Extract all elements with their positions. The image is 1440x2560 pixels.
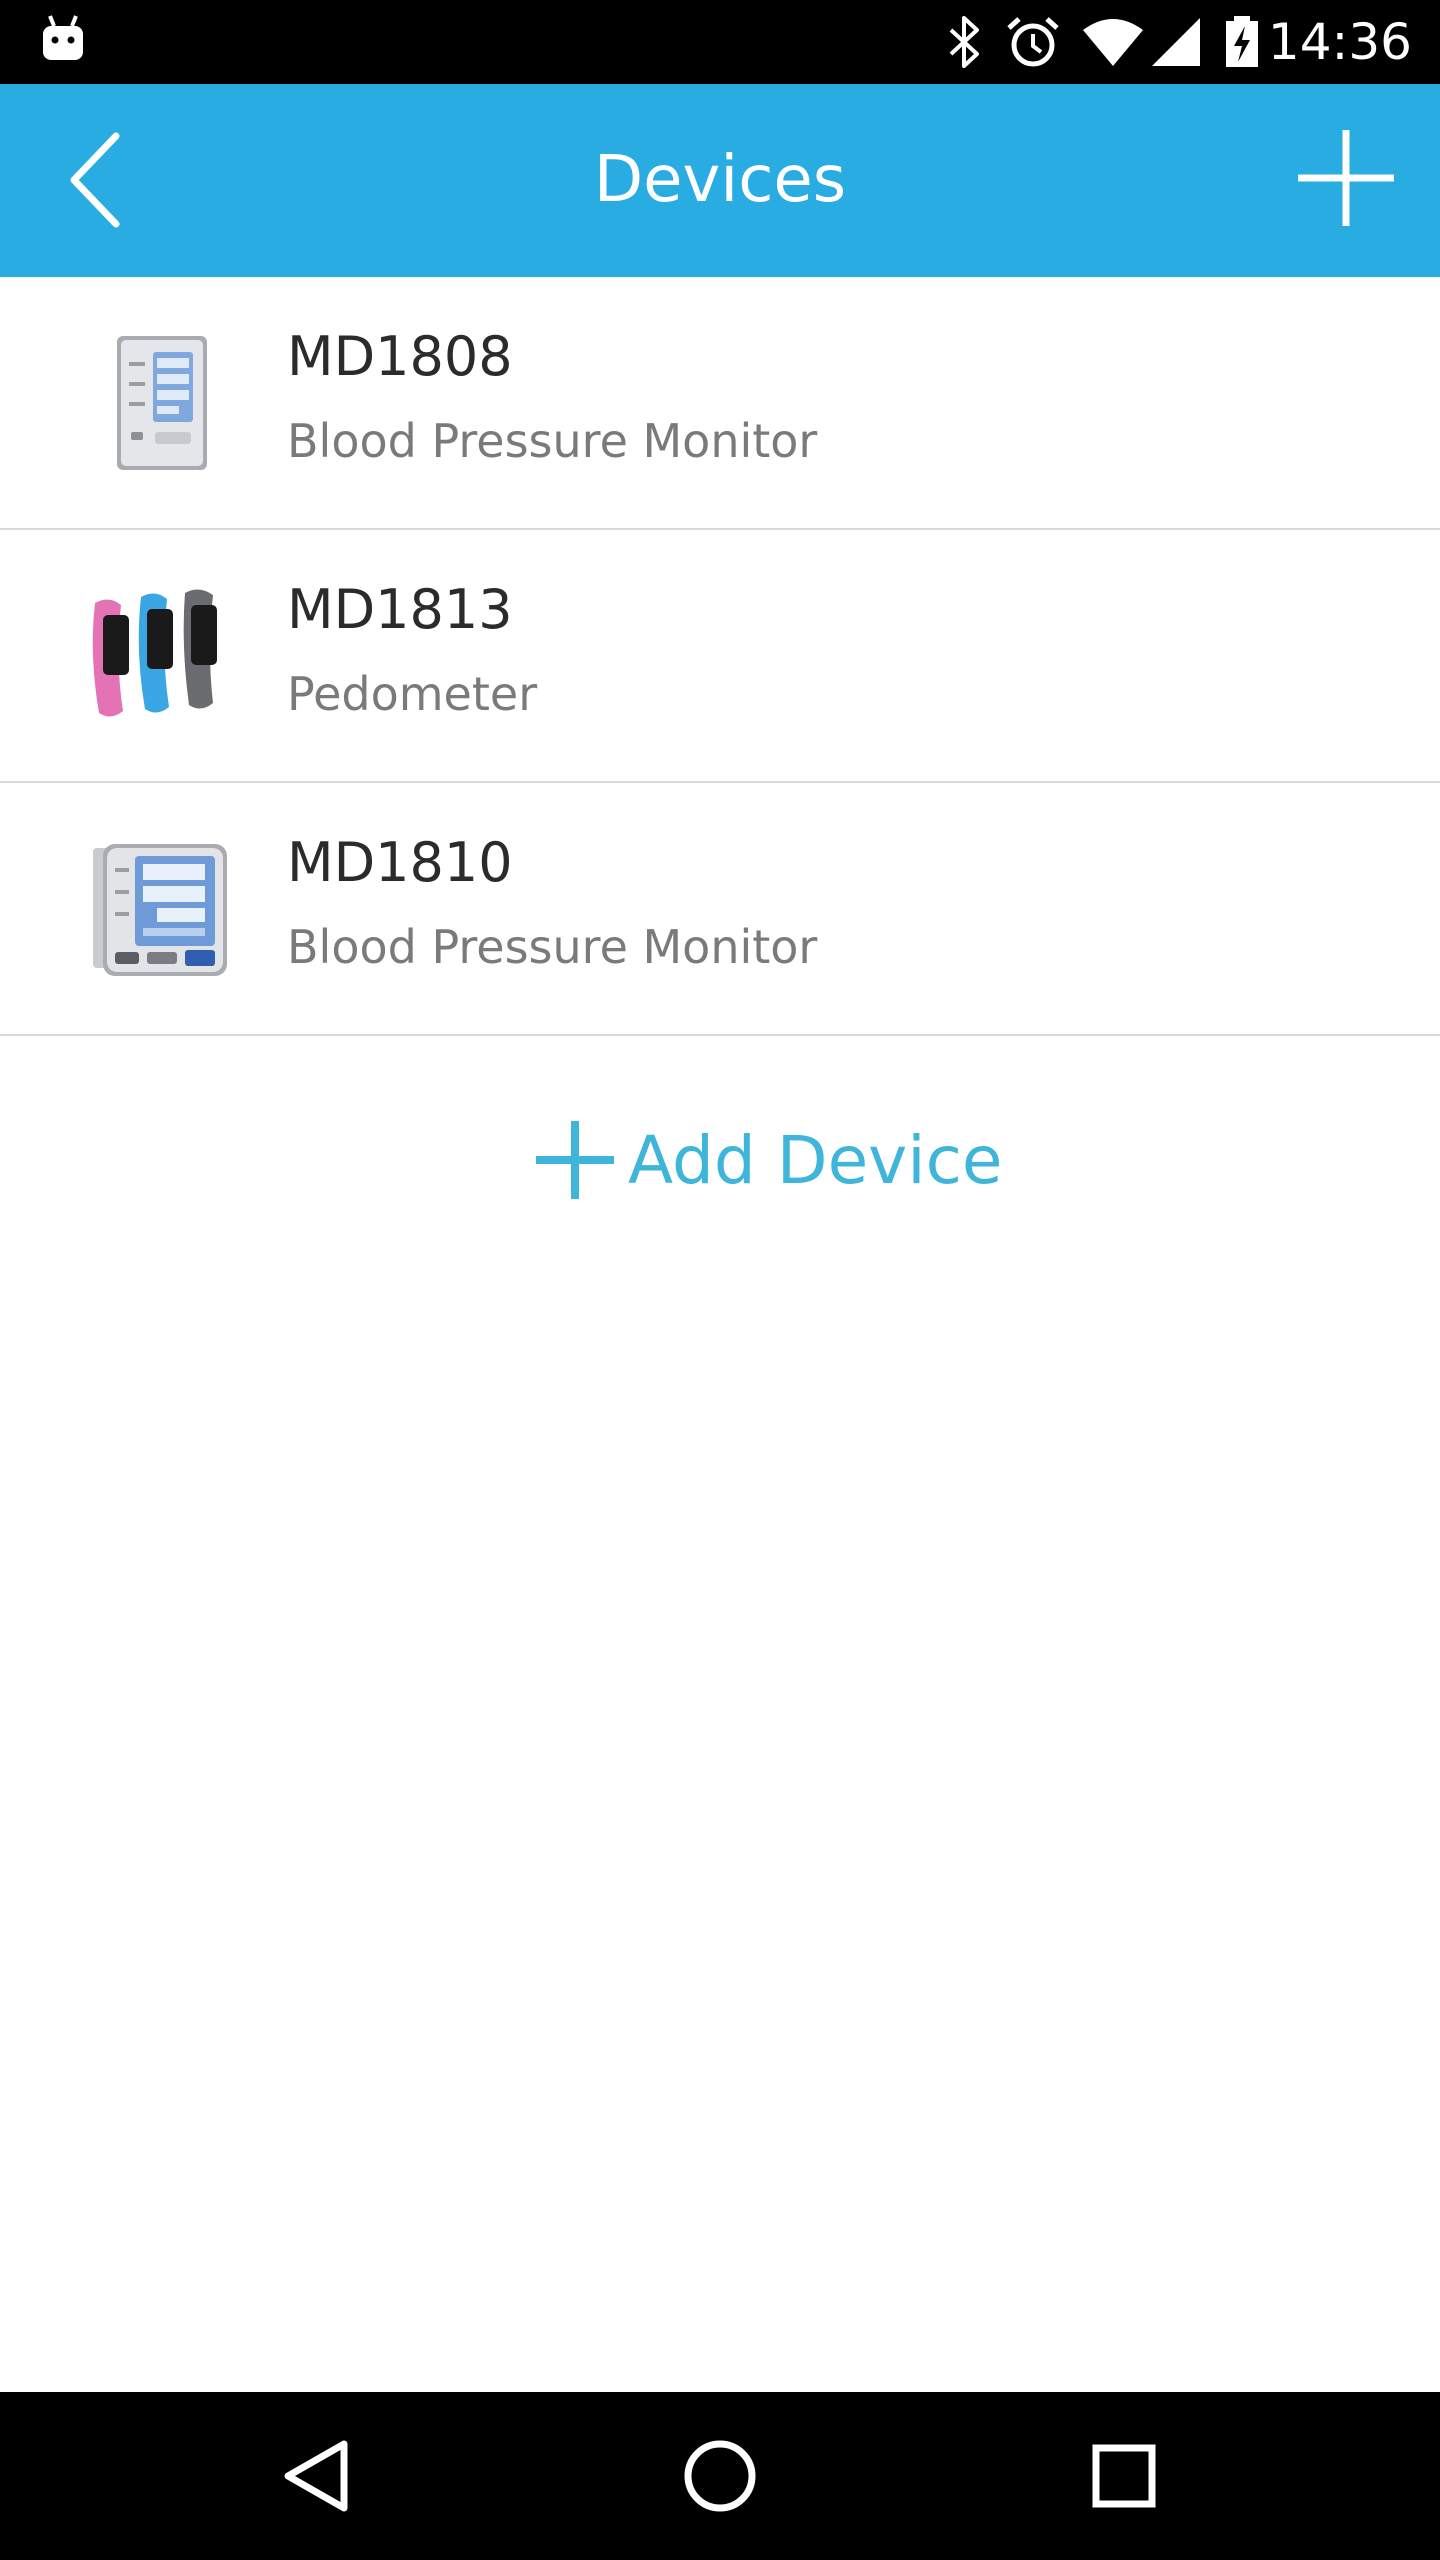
status-time: 14:36 [1267,13,1412,71]
nav-home-icon[interactable] [670,2426,770,2526]
device-row[interactable]: MD1813 Pedometer [0,530,1440,783]
app-bar: Devices [0,84,1440,277]
plus-icon [1298,130,1394,226]
device-row[interactable]: MD1808 Blood Pressure Monitor [0,277,1440,530]
nav-recents-icon[interactable] [1074,2426,1174,2526]
wifi-icon [1083,19,1143,66]
plus-icon [536,1121,614,1199]
device-type: Blood Pressure Monitor [287,920,818,974]
navigation-bar [0,2392,1440,2560]
bp-monitor-image [117,336,207,470]
device-row[interactable]: MD1810 Blood Pressure Monitor [0,783,1440,1036]
device-name: MD1808 [287,325,513,388]
nav-back-icon[interactable] [266,2426,366,2526]
chevron-left-icon [70,132,120,228]
device-list: MD1808 Blood Pressure Monitor MD1813 Ped… [0,277,1440,1036]
alarm-icon [1007,17,1059,67]
page-title: Devices [593,143,847,217]
bluetooth-icon [949,16,979,68]
signal-icon [1152,18,1200,66]
add-button[interactable] [1286,118,1406,238]
android-icon [43,15,83,60]
add-device-button[interactable]: Add Device [530,1110,1002,1210]
device-name: MD1810 [287,831,513,894]
pedometer-image [92,589,217,717]
device-type: Blood Pressure Monitor [287,414,818,468]
battery-charging-icon [1226,16,1258,67]
wrist-bp-monitor-image [93,844,227,976]
add-device-label: Add Device [628,1121,1003,1199]
status-bar: 14:36 [0,0,1440,84]
back-button[interactable] [50,124,160,234]
device-name: MD1813 [287,578,513,641]
device-type: Pedometer [287,667,538,721]
